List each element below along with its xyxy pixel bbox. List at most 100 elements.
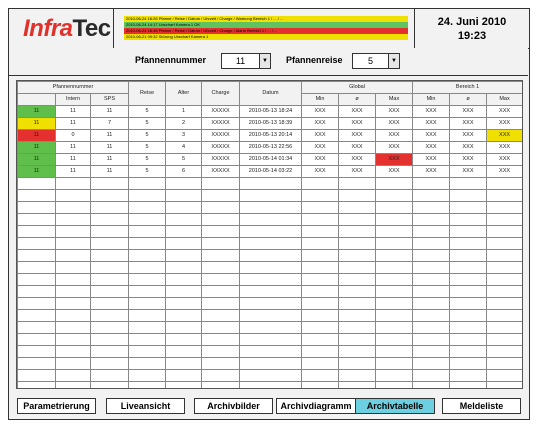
empty-cell <box>449 321 488 334</box>
chevron-down-icon[interactable]: ▼ <box>259 54 270 68</box>
empty-table-row <box>17 297 522 310</box>
empty-table-row <box>17 249 522 262</box>
chevron-down-icon[interactable]: ▼ <box>388 54 399 68</box>
empty-cell <box>412 285 451 298</box>
nav-button-archivbilder[interactable]: Archivbilder <box>194 398 273 414</box>
empty-cell <box>412 309 451 322</box>
empty-cell <box>17 249 56 262</box>
sps-cell: 11 <box>90 165 129 178</box>
datum-cell: 2010-05-13 18:39 <box>239 117 302 130</box>
intern-cell: 11 <box>55 165 91 178</box>
empty-cell <box>55 189 91 202</box>
empty-cell <box>449 309 488 322</box>
empty-table-row <box>17 285 522 298</box>
logo-panel: InfraTec <box>9 9 114 49</box>
pfannenreise-select[interactable]: 5 ▼ <box>352 53 400 69</box>
empty-cell <box>338 345 376 358</box>
empty-cell <box>301 297 339 310</box>
empty-cell <box>128 369 166 382</box>
col-header-reise: Reise <box>128 81 166 106</box>
table-row[interactable]: 11 11 7 5 2 XXXXX 2010-05-13 18:39 XXX XXX XXX XXX… <box>17 117 522 130</box>
empty-cell <box>338 357 376 370</box>
table-row[interactable]: 11 11 11 5 6 XXXXX 2010-05-14 03:22 XXX XXX XXX XX… <box>17 165 522 178</box>
empty-cell <box>17 321 56 334</box>
empty-cell <box>90 201 129 214</box>
bereich-min-cell: XXX <box>412 129 451 142</box>
empty-cell <box>239 369 302 382</box>
col-header-charge: Charge <box>201 81 240 106</box>
empty-cell <box>128 333 166 346</box>
empty-cell <box>412 177 451 190</box>
bereich-max-cell: XXX <box>486 153 522 166</box>
empty-cell <box>301 285 339 298</box>
empty-cell <box>374 321 414 334</box>
empty-cell <box>449 213 488 226</box>
alter-cell: 1 <box>165 105 202 118</box>
empty-cell <box>412 249 451 262</box>
charge-cell: XXXXX <box>201 165 240 178</box>
table-row[interactable]: 11 0 11 5 3 XXXXX 2010-05-13 20:14 XXX XXX XXX XXX… <box>17 129 522 142</box>
empty-cell <box>165 333 202 346</box>
empty-cell <box>165 345 202 358</box>
empty-cell <box>374 249 414 262</box>
nav-button-parametrierung[interactable]: Parametrierung <box>17 398 96 414</box>
nav-button-liveansicht[interactable]: Liveansicht <box>106 398 185 414</box>
empty-cell <box>90 309 129 322</box>
empty-table-row <box>17 273 522 286</box>
empty-cell <box>55 381 91 388</box>
empty-cell <box>90 273 129 286</box>
table-row[interactable]: 11 11 11 5 4 XXXXX 2010-05-13 22:56 XXX XXX XXX XX… <box>17 141 522 154</box>
bereich-min-cell: XXX <box>412 117 451 130</box>
nav-button-archivtabelle[interactable]: Archivtabelle <box>355 398 435 414</box>
empty-cell <box>338 237 376 250</box>
empty-cell <box>374 189 414 202</box>
selector-bar: Pfannennummer 11 ▼ Pfannenreise 5 ▼ <box>9 48 528 76</box>
empty-cell <box>486 321 522 334</box>
empty-cell <box>17 345 56 358</box>
sps-cell: 11 <box>90 129 129 142</box>
empty-cell <box>90 357 129 370</box>
intern-cell: 11 <box>55 153 91 166</box>
alarm-row[interactable]: 2010-06-21 09:32 Störung Unscharf Kamera… <box>124 34 408 40</box>
col-header-sps: SPS <box>90 93 129 106</box>
empty-cell <box>165 225 202 238</box>
status-cell: 11 <box>17 117 56 130</box>
alarm-list: 2010-06-24 18:26 Pfanne / Reise / Datum … <box>114 9 414 49</box>
pfannennummer-select[interactable]: 11 ▼ <box>221 53 271 69</box>
empty-cell <box>165 189 202 202</box>
table-row[interactable]: 11 11 11 5 1 XXXXX 2010-05-13 18:24 XXX XXX XXX XX… <box>17 105 522 118</box>
empty-cell <box>338 201 376 214</box>
empty-cell <box>449 333 488 346</box>
table-row[interactable]: 11 11 11 5 5 XXXXX 2010-05-14 01:34 XXX XXX XXX XX… <box>17 153 522 166</box>
intern-cell: 11 <box>55 117 91 130</box>
archive-table[interactable]: Pfannennummer Reise Alter Charge Datum G… <box>16 80 523 389</box>
empty-cell <box>201 333 240 346</box>
empty-cell <box>17 237 56 250</box>
reise-cell: 5 <box>128 105 166 118</box>
empty-table-row <box>17 345 522 358</box>
empty-cell <box>374 333 414 346</box>
global-max-cell: XXX <box>374 165 414 178</box>
global-avg-cell: XXX <box>338 129 376 142</box>
empty-cell <box>374 213 414 226</box>
empty-cell <box>338 309 376 322</box>
empty-cell <box>412 225 451 238</box>
empty-cell <box>201 345 240 358</box>
empty-cell <box>55 333 91 346</box>
empty-cell <box>239 333 302 346</box>
empty-cell <box>338 273 376 286</box>
empty-cell <box>486 261 522 274</box>
pfannennummer-value: 11 <box>235 56 246 66</box>
empty-cell <box>338 369 376 382</box>
empty-cell <box>17 285 56 298</box>
empty-cell <box>55 261 91 274</box>
empty-cell <box>486 273 522 286</box>
nav-button-archivdiagramm[interactable]: Archivdiagramm <box>276 398 356 414</box>
empty-cell <box>374 177 414 190</box>
nav-button-meldeliste[interactable]: Meldeliste <box>442 398 521 414</box>
empty-cell <box>486 285 522 298</box>
empty-cell <box>374 237 414 250</box>
empty-cell <box>449 201 488 214</box>
bereich-max-cell: XXX <box>486 117 522 130</box>
reise-cell: 5 <box>128 165 166 178</box>
